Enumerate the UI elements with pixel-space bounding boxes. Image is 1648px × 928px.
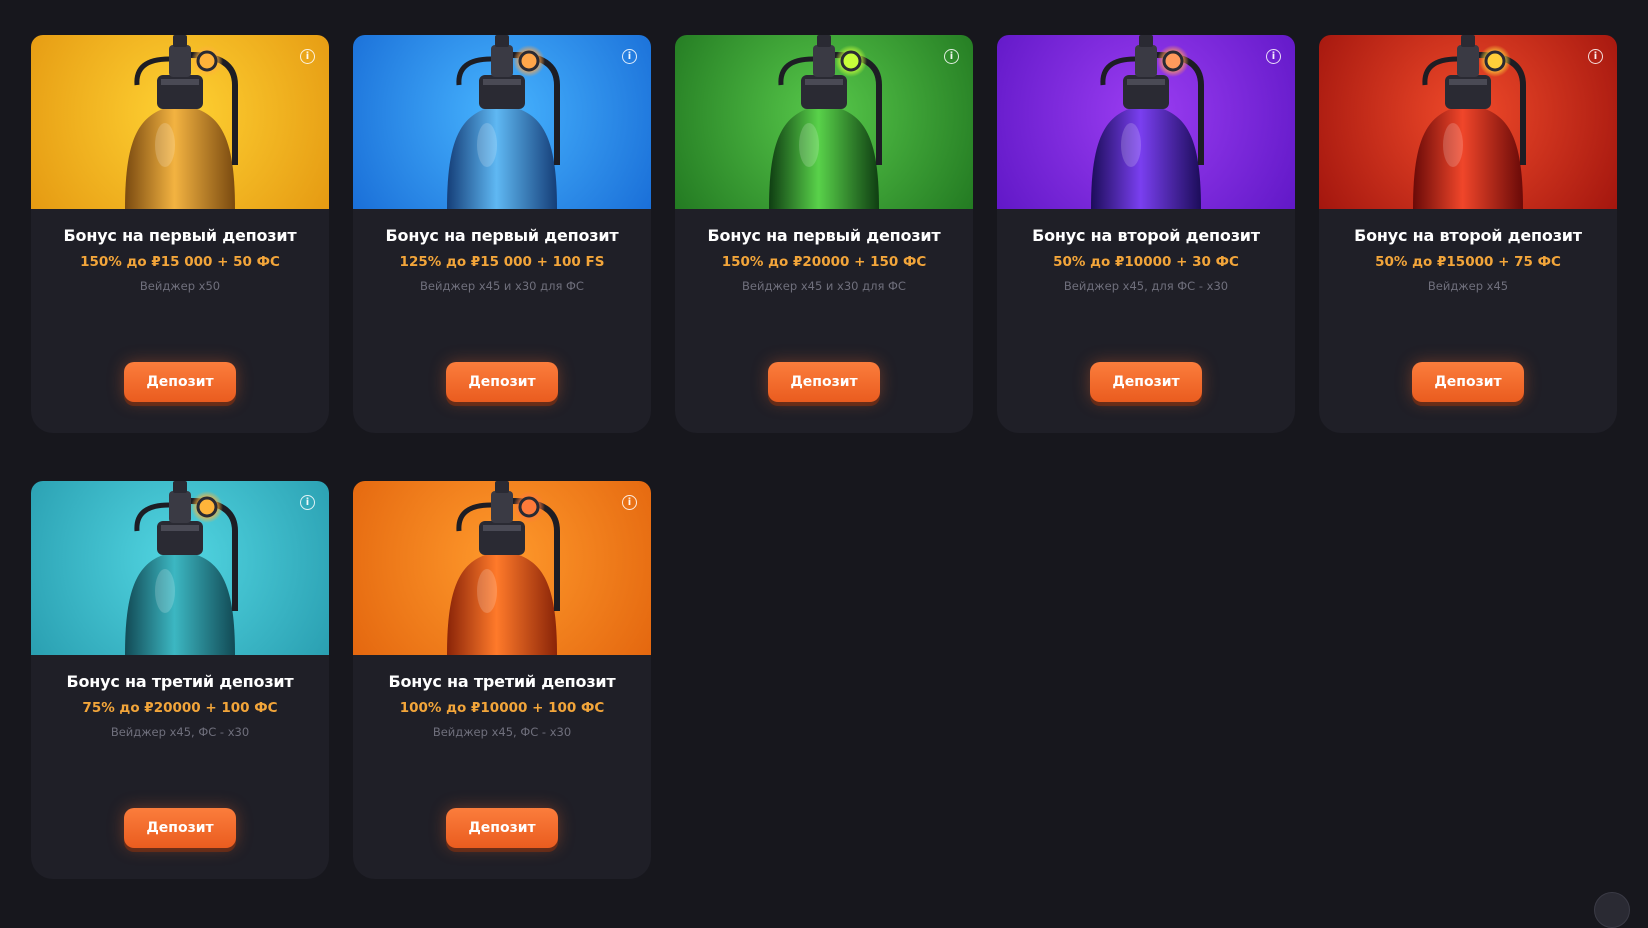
bonus-image: i bbox=[353, 481, 651, 655]
bonus-title: Бонус на третий депозит bbox=[353, 671, 651, 693]
info-icon[interactable]: i bbox=[300, 49, 315, 64]
info-icon[interactable]: i bbox=[300, 495, 315, 510]
bonus-card: i Бонус на третий депозит 100% до ₽10000 +… bbox=[353, 481, 651, 879]
gas-tank-illustration bbox=[417, 15, 587, 209]
bonus-card: i Бонус на первый депозит 150% до ₽20000 +… bbox=[675, 35, 973, 433]
info-icon[interactable]: i bbox=[1266, 49, 1281, 64]
deposit-button[interactable]: Депозит bbox=[446, 362, 558, 402]
bonus-card: i Бонус на третий депозит 75% до ₽20000 + … bbox=[31, 481, 329, 879]
bonus-wager-terms: Вейджер x45 и x30 для ФС bbox=[675, 278, 973, 294]
bonus-image: i bbox=[353, 35, 651, 209]
gas-tank-illustration bbox=[417, 461, 587, 655]
bonus-card: i Бонус на второй депозит 50% до ₽10000 + … bbox=[997, 35, 1295, 433]
chat-button[interactable] bbox=[1594, 892, 1630, 928]
deposit-button[interactable]: Депозит bbox=[446, 808, 558, 848]
bonus-wager-terms: Вейджер x50 bbox=[31, 278, 329, 294]
info-icon[interactable]: i bbox=[944, 49, 959, 64]
bonus-wager-terms: Вейджер x45 и x30 для ФС bbox=[353, 278, 651, 294]
bonus-card: i Бонус на первый депозит 125% до ₽15 000 … bbox=[353, 35, 651, 433]
bonus-offer: 50% до ₽15000 + 75 ФС bbox=[1319, 253, 1617, 271]
deposit-button[interactable]: Депозит bbox=[1412, 362, 1524, 402]
bonus-title: Бонус на третий депозит bbox=[31, 671, 329, 693]
bonus-image: i bbox=[675, 35, 973, 209]
bonus-grid: i Бонус на первый депозит 150% до ₽15 000 … bbox=[31, 35, 1616, 879]
bonus-image: i bbox=[31, 35, 329, 209]
bonus-offer: 150% до ₽20000 + 150 ФС bbox=[675, 253, 973, 271]
bonus-image: i bbox=[997, 35, 1295, 209]
bonus-wager-terms: Вейджер x45, ФС - x30 bbox=[353, 724, 651, 740]
bonus-offer: 50% до ₽10000 + 30 ФС bbox=[997, 253, 1295, 271]
bonus-title: Бонус на первый депозит bbox=[353, 225, 651, 247]
bonus-offer: 100% до ₽10000 + 100 ФС bbox=[353, 699, 651, 717]
bonus-image: i bbox=[31, 481, 329, 655]
bonus-title: Бонус на первый депозит bbox=[675, 225, 973, 247]
bonus-card: i Бонус на второй депозит 50% до ₽15000 + … bbox=[1319, 35, 1617, 433]
bonus-offer: 75% до ₽20000 + 100 ФС bbox=[31, 699, 329, 717]
gas-tank-illustration bbox=[739, 15, 909, 209]
bonus-wager-terms: Вейджер x45, ФС - x30 bbox=[31, 724, 329, 740]
bonus-title: Бонус на второй депозит bbox=[997, 225, 1295, 247]
info-icon[interactable]: i bbox=[1588, 49, 1603, 64]
bonus-offer: 150% до ₽15 000 + 50 ФС bbox=[31, 253, 329, 271]
gas-tank-illustration bbox=[1383, 15, 1553, 209]
info-icon[interactable]: i bbox=[622, 495, 637, 510]
gas-tank-illustration bbox=[95, 461, 265, 655]
deposit-button[interactable]: Депозит bbox=[1090, 362, 1202, 402]
info-icon[interactable]: i bbox=[622, 49, 637, 64]
bonus-wager-terms: Вейджер x45 bbox=[1319, 278, 1617, 294]
bonus-card: i Бонус на первый депозит 150% до ₽15 000 … bbox=[31, 35, 329, 433]
gas-tank-illustration bbox=[1061, 15, 1231, 209]
deposit-button[interactable]: Депозит bbox=[124, 362, 236, 402]
gas-tank-illustration bbox=[95, 15, 265, 209]
bonus-offer: 125% до ₽15 000 + 100 FS bbox=[353, 253, 651, 271]
deposit-button[interactable]: Депозит bbox=[768, 362, 880, 402]
bonus-title: Бонус на второй депозит bbox=[1319, 225, 1617, 247]
bonus-image: i bbox=[1319, 35, 1617, 209]
bonus-wager-terms: Вейджер x45, для ФС - x30 bbox=[997, 278, 1295, 294]
bonus-title: Бонус на первый депозит bbox=[31, 225, 329, 247]
deposit-button[interactable]: Депозит bbox=[124, 808, 236, 848]
